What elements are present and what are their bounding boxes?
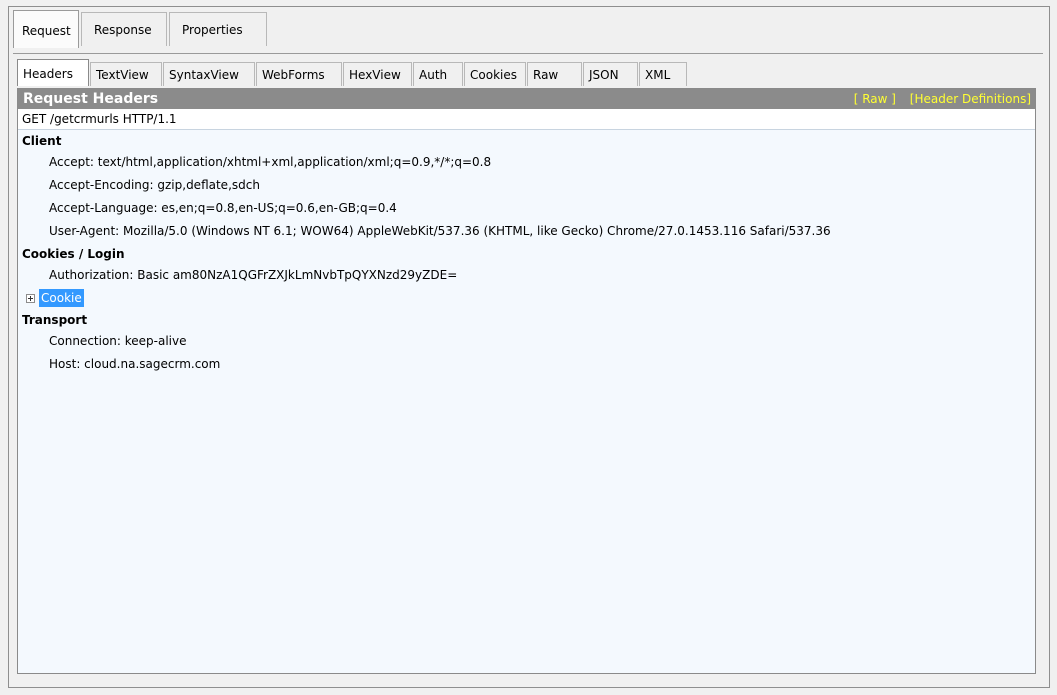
tab-xml[interactable]: XML bbox=[639, 62, 687, 86]
header-authorization[interactable]: Authorization: Basic am80NzA1QGFrZXJkLmN… bbox=[22, 264, 1035, 287]
section-title-client[interactable]: Client bbox=[22, 132, 1035, 151]
inspector-frame: Request Response Properties Headers Text… bbox=[8, 6, 1050, 688]
tab-headers[interactable]: Headers bbox=[17, 59, 89, 86]
cookie-node[interactable]: Cookie bbox=[22, 287, 1035, 309]
request-inspector: Headers TextView SyntaxView WebForms Hex… bbox=[13, 53, 1043, 684]
expand-plus-icon[interactable] bbox=[26, 293, 35, 303]
header-links: [ Raw ] [Header Definitions] bbox=[844, 89, 1031, 109]
cookie-label[interactable]: Cookie bbox=[39, 289, 84, 307]
section-cookies-login: Cookies / Login Authorization: Basic am8… bbox=[18, 245, 1035, 309]
header-accept[interactable]: Accept: text/html,application/xhtml+xml,… bbox=[22, 151, 1035, 174]
tab-response[interactable]: Response bbox=[81, 12, 167, 46]
header-accept-encoding[interactable]: Accept-Encoding: gzip,deflate,sdch bbox=[22, 174, 1035, 197]
header-host[interactable]: Host: cloud.na.sagecrm.com bbox=[22, 353, 1035, 376]
header-connection[interactable]: Connection: keep-alive bbox=[22, 330, 1035, 353]
section-title-transport[interactable]: Transport bbox=[22, 311, 1035, 330]
sub-tab-strip: Headers TextView SyntaxView WebForms Hex… bbox=[17, 59, 688, 88]
headers-panel: Request Headers [ Raw ] [Header Definiti… bbox=[17, 88, 1036, 674]
tab-syntaxview[interactable]: SyntaxView bbox=[163, 62, 255, 86]
tab-properties[interactable]: Properties bbox=[169, 12, 267, 46]
request-headers-header: Request Headers [ Raw ] [Header Definiti… bbox=[18, 89, 1035, 109]
section-client: Client Accept: text/html,application/xht… bbox=[18, 132, 1035, 243]
panel-title: Request Headers bbox=[23, 91, 159, 107]
tab-cookies[interactable]: Cookies bbox=[464, 62, 526, 86]
request-line[interactable]: GET /getcrmurls HTTP/1.1 bbox=[18, 109, 1035, 130]
raw-link[interactable]: [ Raw ] bbox=[854, 92, 896, 106]
top-tab-strip: Request Response Properties bbox=[13, 10, 269, 52]
tab-raw[interactable]: Raw bbox=[527, 62, 582, 86]
section-title-cookies[interactable]: Cookies / Login bbox=[22, 245, 1035, 264]
tab-textview[interactable]: TextView bbox=[90, 62, 162, 86]
tab-request[interactable]: Request bbox=[13, 10, 79, 48]
header-user-agent[interactable]: User-Agent: Mozilla/5.0 (Windows NT 6.1;… bbox=[22, 220, 1035, 243]
section-transport: Transport Connection: keep-alive Host: c… bbox=[18, 311, 1035, 376]
tab-hexview[interactable]: HexView bbox=[343, 62, 412, 86]
tab-json[interactable]: JSON bbox=[583, 62, 638, 86]
header-definitions-link[interactable]: [Header Definitions] bbox=[910, 92, 1031, 106]
tab-webforms[interactable]: WebForms bbox=[256, 62, 342, 86]
header-accept-language[interactable]: Accept-Language: es,en;q=0.8,en-US;q=0.6… bbox=[22, 197, 1035, 220]
tab-auth[interactable]: Auth bbox=[413, 62, 463, 86]
